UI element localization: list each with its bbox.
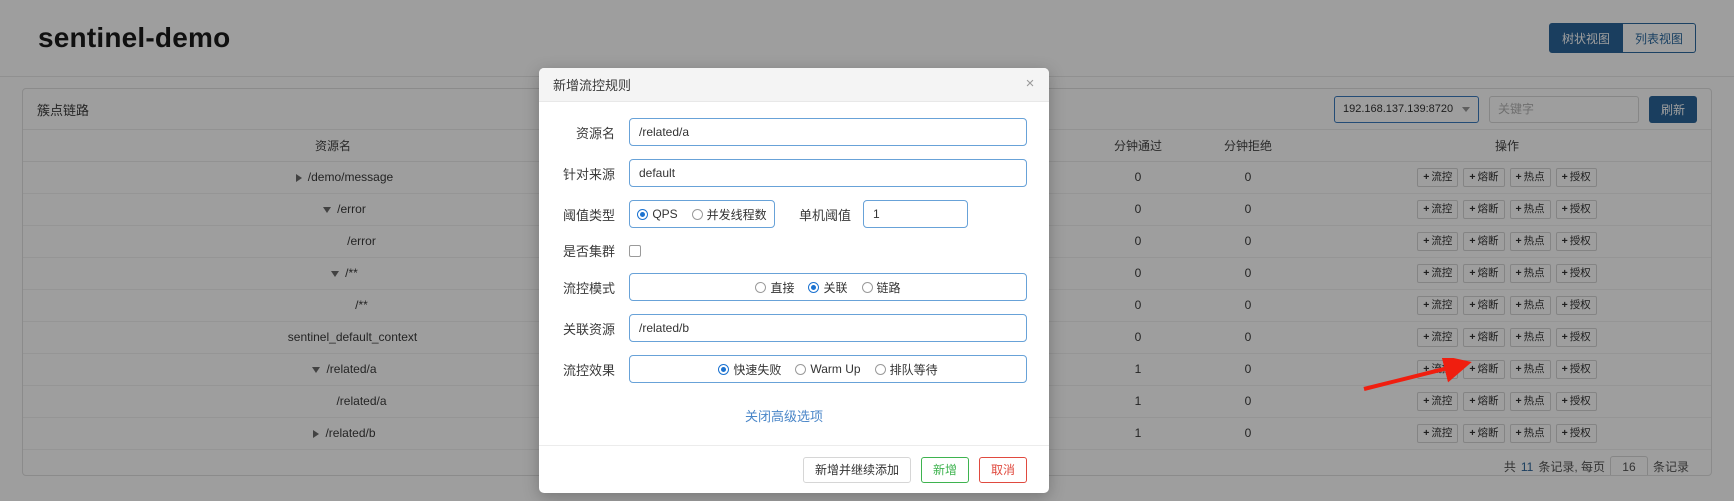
ref-resource-label: 关联资源 — [562, 321, 615, 337]
strategy-option-relate-label: 关联 — [823, 280, 848, 295]
radio-selected-icon — [718, 363, 730, 375]
origin-label: 针对来源 — [562, 166, 615, 182]
origin-input[interactable] — [629, 159, 1027, 187]
field-ref-resource: 关联资源 — [551, 314, 1027, 342]
behavior-radio-group[interactable]: 快速失败 Warm Up 排队等待 — [629, 355, 1027, 383]
field-cluster: 是否集群 — [551, 241, 1027, 260]
strategy-label: 流控模式 — [562, 280, 615, 296]
cluster-checkbox[interactable] — [629, 244, 641, 257]
ref-resource-input[interactable] — [629, 314, 1027, 342]
radio-selected-icon — [808, 281, 820, 293]
dialog-body: 资源名 针对来源 阈值类型 QPS 并发线程数 单机阈值 是 — [539, 102, 1049, 445]
count-label: 单机阈值 — [799, 207, 852, 223]
dialog-header: 新增流控规则 × — [539, 68, 1049, 102]
close-icon[interactable]: × — [1021, 74, 1039, 92]
field-strategy: 流控模式 直接 关联 链路 — [551, 273, 1027, 301]
strategy-option-chain-label: 链路 — [876, 280, 901, 295]
grade-option-threads-label: 并发线程数 — [706, 207, 767, 222]
behavior-option-queue-label: 排队等待 — [889, 362, 938, 377]
behavior-option-fast-fail-label: 快速失败 — [733, 362, 782, 377]
behavior-option-warm-up[interactable]: Warm Up — [795, 362, 861, 376]
dialog-title: 新增流控规则 — [553, 78, 632, 93]
field-grade: 阈值类型 QPS 并发线程数 单机阈值 — [551, 200, 1027, 228]
grade-option-qps[interactable]: QPS — [637, 207, 678, 221]
flow-rule-dialog: 新增流控规则 × 资源名 针对来源 阈值类型 QPS 并发线程数 — [539, 68, 1049, 493]
behavior-option-warm-up-label: Warm Up — [810, 362, 861, 376]
radio-icon — [755, 281, 767, 293]
toggle-advanced-link[interactable]: 关闭高级选项 — [541, 396, 1027, 439]
add-and-continue-button[interactable]: 新增并继续添加 — [802, 456, 911, 483]
cancel-button[interactable]: 取消 — [978, 456, 1027, 483]
radio-icon — [795, 363, 807, 375]
field-resource: 资源名 — [551, 118, 1027, 146]
submit-button[interactable]: 新增 — [920, 456, 969, 483]
behavior-option-queue[interactable]: 排队等待 — [874, 361, 938, 378]
resource-input[interactable] — [629, 118, 1027, 146]
annotation-arrow — [1363, 358, 1472, 391]
resource-label: 资源名 — [575, 125, 615, 141]
radio-icon — [861, 281, 873, 293]
grade-label: 阈值类型 — [562, 207, 615, 223]
dialog-footer: 新增并继续添加 新增 取消 — [539, 445, 1049, 493]
strategy-option-relate[interactable]: 关联 — [808, 279, 848, 296]
behavior-option-fast-fail[interactable]: 快速失败 — [718, 361, 781, 378]
strategy-option-direct[interactable]: 直接 — [755, 279, 794, 296]
strategy-option-chain[interactable]: 链路 — [861, 279, 901, 296]
radio-icon — [874, 363, 886, 375]
grade-radio-group[interactable]: QPS 并发线程数 — [629, 200, 775, 228]
radio-selected-icon — [637, 208, 649, 220]
radio-icon — [691, 208, 703, 220]
cluster-label: 是否集群 — [562, 244, 615, 259]
grade-option-threads[interactable]: 并发线程数 — [691, 206, 767, 223]
grade-option-qps-label: QPS — [652, 207, 678, 221]
field-behavior: 流控效果 快速失败 Warm Up 排队等待 — [551, 355, 1027, 383]
strategy-option-direct-label: 直接 — [770, 280, 795, 295]
field-origin: 针对来源 — [551, 159, 1027, 187]
count-input[interactable] — [863, 200, 969, 228]
strategy-radio-group[interactable]: 直接 关联 链路 — [629, 273, 1027, 301]
behavior-label: 流控效果 — [562, 362, 615, 378]
